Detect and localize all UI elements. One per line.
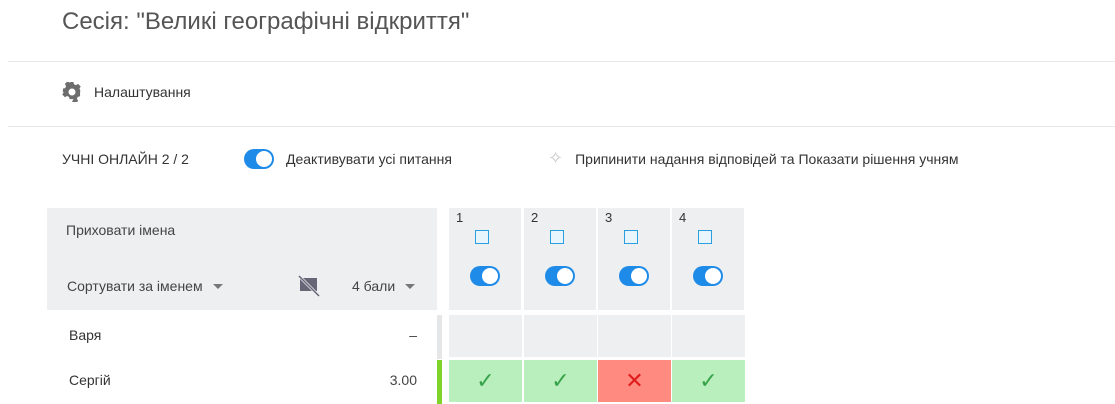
students-online: УЧНІ ОНЛАЙН 2 / 2 xyxy=(62,150,189,167)
settings-button[interactable]: Налаштування xyxy=(62,82,191,102)
hide-names-button[interactable]: Приховати імена xyxy=(66,222,175,238)
check-icon: ✓ xyxy=(699,368,718,393)
question-header-4: 4 xyxy=(672,208,744,310)
student-row[interactable]: Сергій 3.00 xyxy=(47,359,447,403)
answer-wrong[interactable]: ✕ xyxy=(598,360,671,402)
answer-correct[interactable]: ✓ xyxy=(672,360,745,402)
session-controls: УЧНІ ОНЛАЙН 2 / 2 Деактивувати усі питан… xyxy=(62,148,958,169)
answer-cell[interactable] xyxy=(524,315,597,357)
deactivate-all-toggle-group[interactable]: Деактивувати усі питання xyxy=(244,148,548,169)
question-number: 4 xyxy=(679,210,687,225)
answer-correct[interactable]: ✓ xyxy=(524,360,597,402)
deactivate-all-toggle[interactable] xyxy=(244,148,274,169)
text-question-icon xyxy=(475,230,489,244)
deactivate-all-label: Деактивувати усі питання xyxy=(286,150,452,167)
settings-label: Налаштування xyxy=(94,84,191,100)
close-icon: ✕ xyxy=(625,368,644,393)
grid-question-icon xyxy=(698,230,712,244)
question-number: 1 xyxy=(456,210,464,225)
list-question-icon xyxy=(550,230,564,244)
question-header-1: 1 xyxy=(449,208,521,310)
question-header-3: 3 xyxy=(598,208,670,310)
session-title: Сесія: "Великі географічні відкриття" xyxy=(62,8,470,35)
student-name: Сергій xyxy=(69,372,111,388)
student-name: Варя xyxy=(69,327,102,343)
stop-show-solutions-label: Припинити надання відповідей та Показати… xyxy=(575,150,959,167)
student-score: 3.00 xyxy=(389,372,417,388)
sort-label: Сортувати за іменем xyxy=(67,278,203,294)
answer-correct[interactable]: ✓ xyxy=(449,360,522,402)
question-toggle-1[interactable] xyxy=(470,266,500,286)
progress-bar xyxy=(437,360,442,404)
grid-header-controls: Приховати імена Сортувати за іменем 4 ба… xyxy=(47,208,437,310)
hide-screen-icon[interactable] xyxy=(297,274,321,298)
question-toggle-2[interactable] xyxy=(545,266,575,286)
points-label: 4 бали xyxy=(352,278,396,294)
gear-icon xyxy=(62,82,81,102)
question-number: 2 xyxy=(531,210,539,225)
diagram-question-icon xyxy=(624,230,638,244)
answer-cell[interactable] xyxy=(449,315,522,357)
check-icon: ✓ xyxy=(551,368,570,393)
answer-cell[interactable] xyxy=(598,315,671,357)
question-header-2: 2 xyxy=(524,208,596,310)
divider-top xyxy=(8,61,1115,62)
question-toggle-4[interactable] xyxy=(693,266,723,286)
student-score: – xyxy=(409,327,417,343)
check-icon: ✓ xyxy=(476,368,495,393)
sparkle-icon: ✧ xyxy=(548,148,564,168)
progress-bar xyxy=(437,315,442,359)
student-row[interactable]: Варя – xyxy=(47,314,447,358)
chevron-down-icon xyxy=(405,283,416,289)
divider-middle xyxy=(8,126,1115,127)
stop-show-solutions-button[interactable]: ✧ Припинити надання відповідей та Показа… xyxy=(548,148,958,169)
question-toggle-3[interactable] xyxy=(619,266,649,286)
question-number: 3 xyxy=(605,210,613,225)
answer-cell[interactable] xyxy=(672,315,745,357)
sort-dropdown[interactable]: Сортувати за іменем xyxy=(67,278,223,294)
points-dropdown[interactable]: 4 бали xyxy=(352,278,416,294)
chevron-down-icon xyxy=(212,283,223,289)
